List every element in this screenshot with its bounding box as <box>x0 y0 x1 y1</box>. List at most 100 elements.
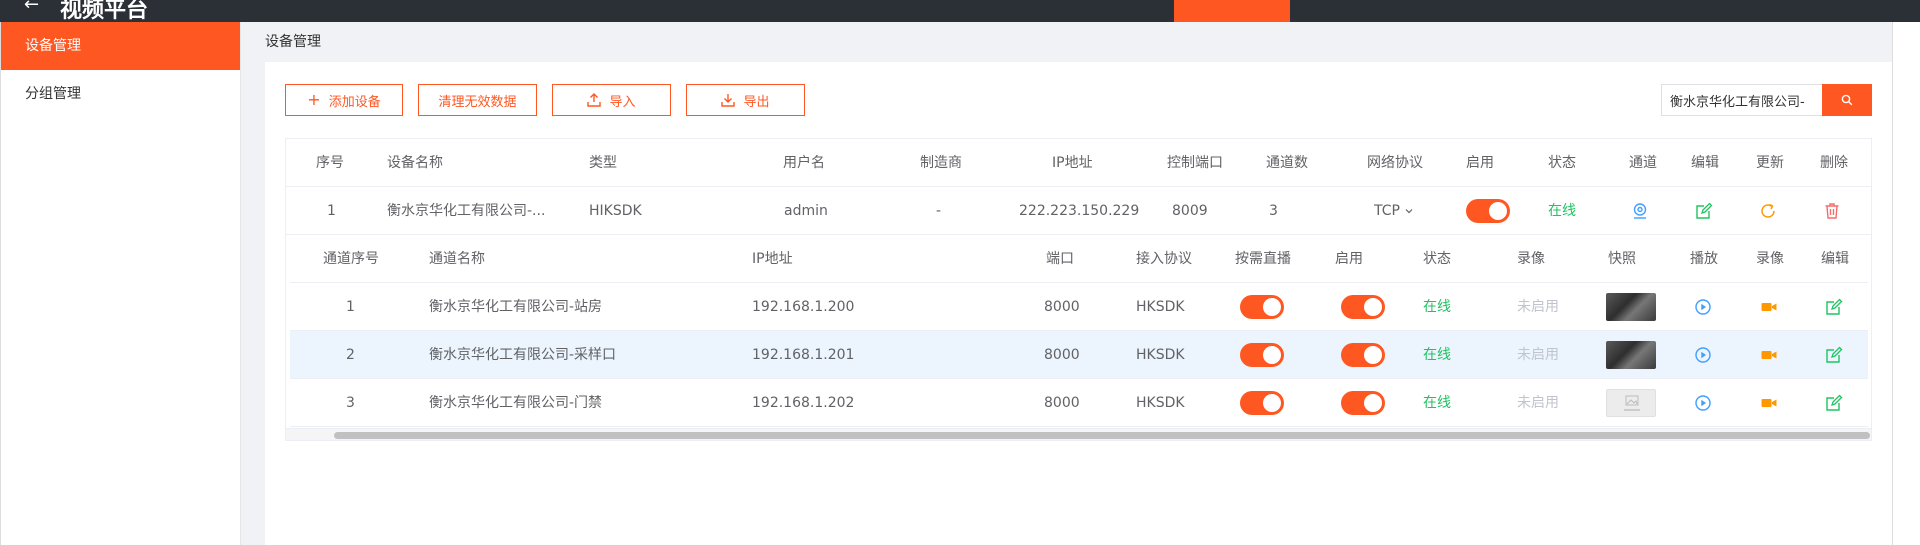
device-name: 衡水京华化工有限公司-... <box>387 203 546 219</box>
col-username: 用户名 <box>783 155 825 171</box>
search-icon <box>1841 94 1853 106</box>
col-channel: 通道 <box>1629 155 1657 171</box>
plus-icon: + <box>307 90 321 109</box>
col-device-name: 设备名称 <box>387 155 443 171</box>
channel-index: 2 <box>346 347 355 363</box>
col-manufacturer: 制造商 <box>920 155 962 171</box>
col-channel-index: 通道序号 <box>323 251 379 267</box>
channel-port: 8000 <box>1044 347 1080 363</box>
device-table-header: 序号 设备名称 类型 用户名 制造商 IP地址 控制端口 通道数 网络协议 启用… <box>286 139 1871 187</box>
channel-row[interactable]: 3 衡水京华化工有限公司-门禁 192.168.1.202 8000 HKSDK… <box>290 379 1868 427</box>
edit-icon[interactable] <box>1695 202 1713 220</box>
channel-port: 8000 <box>1044 395 1080 411</box>
horizontal-scrollbar[interactable] <box>286 428 1871 440</box>
upload-icon <box>587 93 602 107</box>
channel-enable-toggle[interactable] <box>1341 391 1385 415</box>
snapshot-thumbnail[interactable] <box>1606 341 1656 369</box>
channel-status: 在线 <box>1423 395 1451 411</box>
channel-row[interactable]: 2 衡水京华化工有限公司-采样口 192.168.1.201 8000 HKSD… <box>290 331 1868 379</box>
channel-edit-icon[interactable] <box>1825 298 1843 316</box>
play-icon[interactable] <box>1694 346 1712 364</box>
channel-index: 1 <box>346 299 355 315</box>
channel-edit-icon[interactable] <box>1825 394 1843 412</box>
channel-index: 3 <box>346 395 355 411</box>
col-channel-edit: 编辑 <box>1821 251 1849 267</box>
export-button[interactable]: 导出 <box>686 84 805 116</box>
on-demand-toggle[interactable] <box>1240 343 1284 367</box>
channel-access-protocol: HKSDK <box>1136 347 1185 363</box>
chevron-down-icon <box>1405 209 1413 214</box>
channel-port: 8000 <box>1044 299 1080 315</box>
recording-status: 未启用 <box>1517 347 1559 363</box>
device-type: HIKSDK <box>589 203 642 219</box>
col-edit: 编辑 <box>1691 155 1719 171</box>
col-channel-enable: 启用 <box>1335 251 1363 267</box>
on-demand-toggle[interactable] <box>1240 295 1284 319</box>
channel-access-protocol: HKSDK <box>1136 299 1185 315</box>
channel-access-protocol: HKSDK <box>1136 395 1185 411</box>
clear-invalid-data-button[interactable]: 清理无效数据 <box>418 84 537 116</box>
play-icon[interactable] <box>1694 394 1712 412</box>
active-nav-tab[interactable] <box>1174 0 1290 22</box>
back-icon[interactable]: ← <box>24 0 39 15</box>
video-record-icon[interactable] <box>1760 298 1778 316</box>
col-delete: 删除 <box>1820 155 1848 171</box>
channel-edit-icon[interactable] <box>1825 346 1843 364</box>
col-channel-name: 通道名称 <box>429 251 485 267</box>
snapshot-placeholder[interactable] <box>1606 389 1656 417</box>
refresh-icon[interactable] <box>1759 202 1777 220</box>
delete-icon[interactable] <box>1823 202 1841 220</box>
protocol-select[interactable]: TCP <box>1374 187 1414 235</box>
col-on-demand: 按需直播 <box>1235 251 1291 267</box>
col-play: 播放 <box>1690 251 1718 267</box>
top-bar: ← 视频平台 <box>0 0 1920 23</box>
video-record-icon[interactable] <box>1760 346 1778 364</box>
scrollbar-thumb[interactable] <box>334 432 1870 439</box>
search-button[interactable] <box>1822 84 1872 116</box>
device-ip: 222.223.150.229 <box>1019 203 1140 219</box>
channel-status: 在线 <box>1423 347 1451 363</box>
device-row[interactable]: 1 衡水京华化工有限公司-... HIKSDK admin - 222.223.… <box>286 187 1871 235</box>
search-box <box>1661 84 1872 116</box>
app-title: 视频平台 <box>60 0 149 23</box>
col-index: 序号 <box>316 155 344 171</box>
add-device-button[interactable]: + 添加设备 <box>285 84 403 116</box>
recording-status: 未启用 <box>1517 395 1559 411</box>
col-channel-count: 通道数 <box>1266 155 1308 171</box>
channel-enable-toggle[interactable] <box>1341 343 1385 367</box>
channel-ip: 192.168.1.200 <box>752 299 855 315</box>
col-ip: IP地址 <box>1052 155 1093 171</box>
import-button[interactable]: 导入 <box>552 84 671 116</box>
channel-name: 衡水京华化工有限公司-采样口 <box>429 347 617 363</box>
sidebar-item-device-management[interactable]: 设备管理 <box>1 22 240 70</box>
sidebar-item-group-management[interactable]: 分组管理 <box>1 70 240 118</box>
col-channel-port: 端口 <box>1046 251 1074 267</box>
sidebar: 设备管理 分组管理 <box>0 22 241 545</box>
on-demand-toggle[interactable] <box>1240 391 1284 415</box>
channel-enable-toggle[interactable] <box>1341 295 1385 319</box>
col-control-port: 控制端口 <box>1167 155 1223 171</box>
channel-location-icon[interactable] <box>1631 202 1649 220</box>
play-icon[interactable] <box>1694 298 1712 316</box>
channel-name: 衡水京华化工有限公司-站房 <box>429 299 603 315</box>
channel-row[interactable]: 1 衡水京华化工有限公司-站房 192.168.1.200 8000 HKSDK… <box>290 283 1868 331</box>
col-status: 状态 <box>1548 155 1576 171</box>
image-placeholder-icon <box>1624 395 1640 411</box>
channel-ip: 192.168.1.202 <box>752 395 855 411</box>
search-input[interactable] <box>1661 84 1822 116</box>
toolbar: + 添加设备 清理无效数据 导入 导出 <box>285 84 805 116</box>
page-scrollbar[interactable] <box>1892 22 1920 545</box>
recording-status: 未启用 <box>1517 299 1559 315</box>
device-enable-toggle[interactable] <box>1466 199 1510 223</box>
device-status: 在线 <box>1548 203 1576 219</box>
device-index: 1 <box>327 203 336 219</box>
col-enable: 启用 <box>1466 155 1494 171</box>
device-manufacturer: - <box>936 203 942 219</box>
device-table: 序号 设备名称 类型 用户名 制造商 IP地址 控制端口 通道数 网络协议 启用… <box>285 138 1872 441</box>
col-recording: 录像 <box>1517 251 1545 267</box>
device-username: admin <box>784 203 828 219</box>
breadcrumb: 设备管理 <box>242 22 1892 62</box>
video-record-icon[interactable] <box>1760 394 1778 412</box>
snapshot-thumbnail[interactable] <box>1606 293 1656 321</box>
main-content: 设备管理 + 添加设备 清理无效数据 导入 导出 衡水京华化工有限公司- 序号 … <box>242 22 1892 545</box>
